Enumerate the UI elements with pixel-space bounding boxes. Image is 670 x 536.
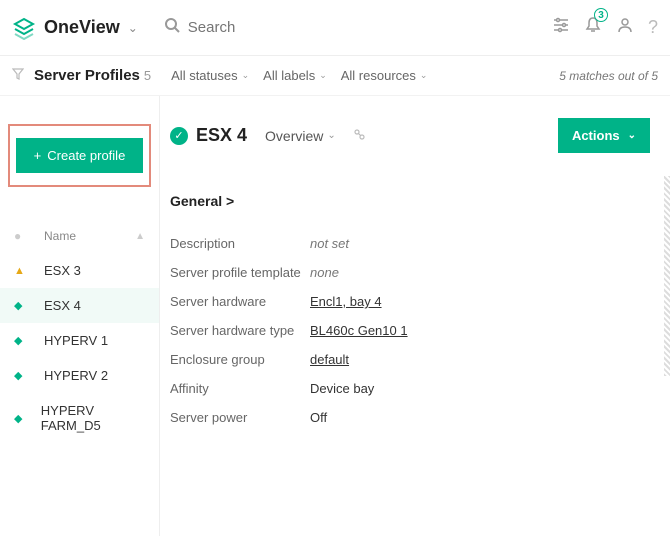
create-highlight-box: + Create profile xyxy=(8,124,151,187)
property-value[interactable]: Encl1, bay 4 xyxy=(310,294,382,309)
property-row: Descriptionnot set xyxy=(170,229,650,258)
view-selector[interactable]: Overview xyxy=(265,128,323,144)
status-green-icon: ◆ xyxy=(14,334,44,347)
property-label: Server hardware type xyxy=(170,323,310,338)
property-row: Enclosure groupdefault xyxy=(170,345,650,374)
filter-funnel-icon[interactable] xyxy=(12,68,24,83)
property-value: Device bay xyxy=(310,381,374,396)
chevron-down-icon: ⌄ xyxy=(420,70,428,81)
app-switcher-chevron-icon[interactable]: ⌄ xyxy=(128,21,138,35)
property-label: Description xyxy=(170,236,310,251)
profile-name: HYPERV 2 xyxy=(44,368,108,383)
filter-label: All resources xyxy=(341,68,416,83)
status-column-icon[interactable]: ● xyxy=(14,229,44,243)
section-title: Server Profiles xyxy=(34,67,140,84)
app-logo-icon xyxy=(12,16,36,40)
profile-row[interactable]: ◆HYPERV FARM_D5 xyxy=(0,393,159,443)
actions-label: Actions xyxy=(572,128,620,143)
property-row: Server hardwareEncl1, bay 4 xyxy=(170,287,650,316)
app-title: OneView xyxy=(44,17,120,38)
name-column-header[interactable]: Name xyxy=(44,229,76,243)
property-row: Server powerOff xyxy=(170,403,650,432)
property-value: Off xyxy=(310,410,327,425)
chevron-down-icon: ⌄ xyxy=(628,130,636,141)
general-section-header[interactable]: General > xyxy=(170,193,650,209)
top-header: OneView ⌄ 3 ? xyxy=(0,0,670,56)
profile-list-header: ● Name ▲ xyxy=(0,225,159,253)
profile-name: HYPERV 1 xyxy=(44,333,108,348)
user-icon[interactable] xyxy=(616,16,634,39)
property-value[interactable]: default xyxy=(310,352,349,367)
profile-name: ESX 3 xyxy=(44,263,81,278)
property-value[interactable]: BL460c Gen10 1 xyxy=(310,323,408,338)
property-row: Server hardware typeBL460c Gen10 1 xyxy=(170,316,650,345)
view-label: Overview xyxy=(265,128,323,144)
property-value: not set xyxy=(310,236,349,251)
profile-row[interactable]: ◆HYPERV 2 xyxy=(0,358,159,393)
filter-all-labels[interactable]: All labels ⌄ xyxy=(263,68,327,83)
property-value: none xyxy=(310,265,339,280)
detail-header: ✓ ESX 4 Overview ⌄ Actions ⌄ xyxy=(170,118,650,153)
chevron-down-icon: ⌄ xyxy=(319,70,327,81)
scroll-indicator xyxy=(664,176,670,376)
detail-title: ESX 4 xyxy=(196,125,247,146)
actions-button[interactable]: Actions ⌄ xyxy=(558,118,650,153)
status-green-icon: ◆ xyxy=(14,369,44,382)
notifications-icon[interactable]: 3 xyxy=(584,16,602,39)
section-count: 5 xyxy=(144,68,151,83)
property-label: Affinity xyxy=(170,381,310,396)
property-label: Server profile template xyxy=(170,265,310,280)
profile-row[interactable]: ▲ESX 3 xyxy=(0,253,159,288)
property-row: Server profile templatenone xyxy=(170,258,650,287)
profile-list: ▲ESX 3◆ESX 4◆HYPERV 1◆HYPERV 2◆HYPERV FA… xyxy=(0,253,159,443)
profile-row[interactable]: ◆HYPERV 1 xyxy=(0,323,159,358)
status-green-icon: ◆ xyxy=(14,412,41,425)
property-list: Descriptionnot setServer profile templat… xyxy=(170,229,650,432)
status-ok-icon: ✓ xyxy=(170,127,188,145)
list-settings-icon[interactable] xyxy=(552,16,570,39)
property-row: AffinityDevice bay xyxy=(170,374,650,403)
filter-all-resources[interactable]: All resources ⌄ xyxy=(341,68,428,83)
sort-icon[interactable]: ▲ xyxy=(135,231,145,242)
search-icon xyxy=(164,17,180,38)
help-icon[interactable]: ? xyxy=(648,17,658,38)
pin-icon[interactable] xyxy=(352,127,366,144)
search-input[interactable] xyxy=(188,19,388,36)
profile-name: ESX 4 xyxy=(44,298,81,313)
notification-badge: 3 xyxy=(594,8,608,22)
property-label: Enclosure group xyxy=(170,352,310,367)
matches-text: 5 matches out of 5 xyxy=(559,69,658,83)
property-label: Server hardware xyxy=(170,294,310,309)
filter-label: All labels xyxy=(263,68,315,83)
profile-name: HYPERV FARM_D5 xyxy=(41,403,145,433)
status-warning-icon: ▲ xyxy=(14,265,44,277)
filter-all-statuses[interactable]: All statuses ⌄ xyxy=(171,68,249,83)
header-icon-group: 3 ? xyxy=(552,16,658,39)
chevron-down-icon: ⌄ xyxy=(242,70,250,81)
filter-bar: Server Profiles 5 All statuses ⌄ All labe… xyxy=(0,56,670,96)
profile-row[interactable]: ◆ESX 4 xyxy=(0,288,159,323)
chevron-down-icon: ⌄ xyxy=(327,130,335,141)
status-green-icon: ◆ xyxy=(14,299,44,312)
main-area: + Create profile ● Name ▲ ▲ESX 3◆ESX 4◆H… xyxy=(0,96,670,536)
search-bar[interactable] xyxy=(164,17,552,38)
detail-panel: ✓ ESX 4 Overview ⌄ Actions ⌄ + + General… xyxy=(160,96,670,536)
filter-label: All statuses xyxy=(171,68,237,83)
plus-icon: + xyxy=(34,148,42,163)
create-profile-button[interactable]: + Create profile xyxy=(16,138,143,173)
property-label: Server power xyxy=(170,410,310,425)
create-profile-label: Create profile xyxy=(47,148,125,163)
sidebar: + Create profile ● Name ▲ ▲ESX 3◆ESX 4◆H… xyxy=(0,96,160,536)
